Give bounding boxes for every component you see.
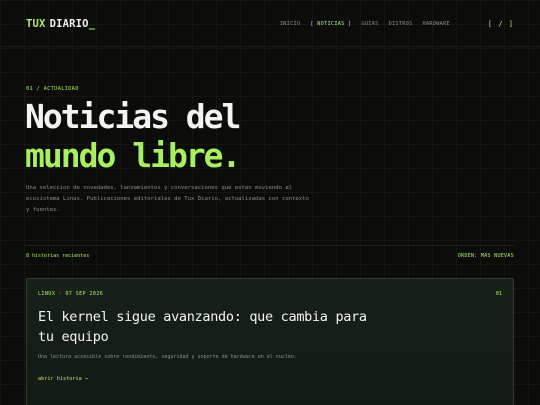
card-description: Una lectura accesible sobre rendimiento,… xyxy=(38,354,297,360)
logo-cursor: _ xyxy=(88,18,96,30)
site-header: TUX DIARIO _ INICIO [ NOTICIAS ] GUIAS D… xyxy=(26,14,514,34)
sort-order-button[interactable]: ORDEN: MAS NUEVAS xyxy=(458,253,514,259)
list-divider xyxy=(26,245,514,246)
nav-item-guias[interactable]: GUIAS xyxy=(361,21,378,27)
card-title[interactable]: El kernel sigue avanzando: que cambia pa… xyxy=(38,307,368,347)
header-divider xyxy=(0,46,540,47)
card-meta: LINUX · 07 SEP 2026 xyxy=(38,291,104,297)
nav-item-inicio[interactable]: INICIO xyxy=(280,21,301,27)
menu-toggle-button[interactable]: [ / ] xyxy=(488,20,514,28)
nav-item-noticias[interactable]: [ NOTICIAS ] xyxy=(310,21,351,27)
logo-tux: TUX xyxy=(26,18,46,30)
section-eyebrow: 01 / ACTUALIDAD xyxy=(26,86,79,92)
featured-story-card[interactable]: LINUX · 07 SEP 2026 01 El kernel sigue a… xyxy=(26,278,514,405)
arrow-right-icon: → xyxy=(84,376,88,382)
hero-description: Una seleccion de novedades, lanzamientos… xyxy=(26,185,309,213)
story-count: 8 historias recientes xyxy=(26,253,90,259)
nav-item-hardware[interactable]: HARDWARE xyxy=(423,21,450,27)
logo-diario: DIARIO xyxy=(49,18,89,30)
hero-title-line2: mundo libre. xyxy=(25,136,241,175)
hero-title-line1: Noticias del xyxy=(25,97,241,136)
open-story-label: abrir historia xyxy=(38,376,82,382)
page: TUX DIARIO _ INICIO [ NOTICIAS ] GUIAS D… xyxy=(0,0,540,405)
open-story-link[interactable]: abrir historia → xyxy=(38,376,88,382)
nav-item-distros[interactable]: DISTROS xyxy=(389,21,413,27)
card-number: 01 xyxy=(495,291,502,297)
site-logo[interactable]: TUX DIARIO _ xyxy=(26,18,95,30)
main-nav: INICIO [ NOTICIAS ] GUIAS DISTROS HARDWA… xyxy=(280,20,514,28)
